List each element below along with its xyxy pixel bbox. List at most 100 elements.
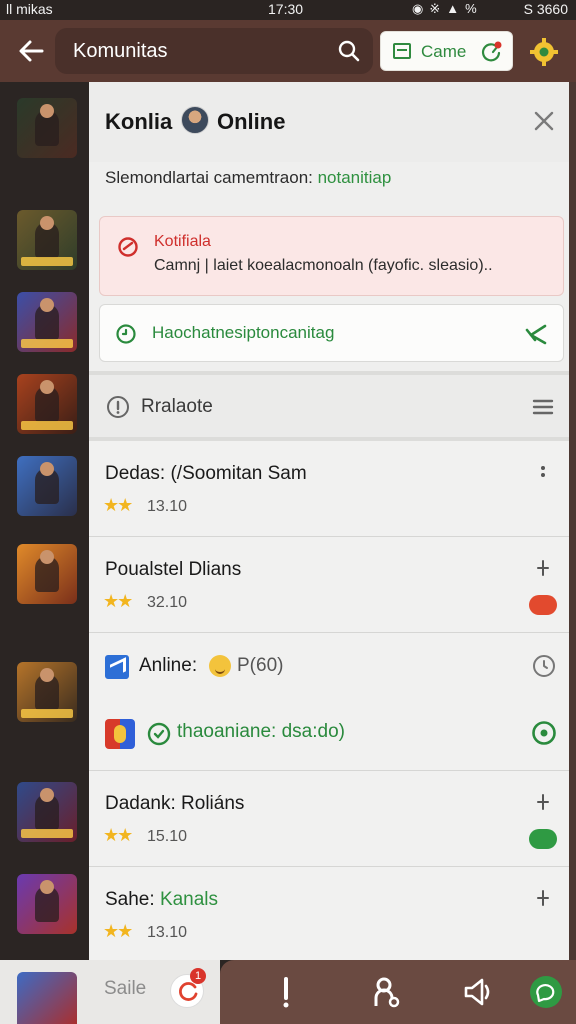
rating-stars: ★★	[103, 495, 133, 515]
battery-label: S 3660	[523, 1, 568, 17]
trend-icon	[105, 655, 129, 679]
section-label: Rralaote	[141, 396, 213, 417]
list-item[interactable]: Dadank: Roliáns ★★ 15.10	[89, 771, 569, 867]
exclamation-icon	[283, 977, 289, 1008]
list-item-title: Dedas: (/Soomitan Sam	[105, 463, 307, 484]
thumbnail-logo	[21, 257, 73, 266]
thumbnail-logo	[21, 829, 73, 838]
notification-alert[interactable]: Kotifiala Camnj | laiet koealacmonoaln (…	[99, 216, 564, 296]
rail-game-4[interactable]	[17, 374, 77, 434]
timer-icon[interactable]	[532, 654, 556, 678]
menu-icon[interactable]	[532, 398, 554, 416]
thumbnail-logo	[21, 421, 73, 430]
search-input[interactable]: Komunitas	[55, 28, 373, 74]
rail-game-5[interactable]	[17, 456, 77, 516]
rating-stars: ★★	[103, 591, 133, 611]
status-card[interactable]: Haochatnesiptoncanitag	[99, 304, 564, 362]
subtitle-text: Slemondlartai camemtraon:	[105, 168, 318, 187]
game-window-icon	[393, 43, 411, 59]
clock-icon	[116, 324, 136, 344]
nav-sound[interactable]	[460, 974, 496, 1010]
online-count: P(60)	[237, 655, 284, 676]
chat-bubble-icon	[530, 976, 562, 1008]
rail-game-2[interactable]	[17, 210, 77, 270]
smiley-icon	[209, 655, 231, 677]
thumbnail-head	[40, 462, 54, 476]
refresh-icon	[481, 41, 502, 62]
nav-profile[interactable]	[368, 974, 404, 1010]
list-item-title: Poualstel Dlians	[105, 559, 242, 580]
online-section: Anline: P(60) thaoaniane: dsa:do)	[89, 633, 569, 771]
game-rail	[0, 82, 89, 960]
list-item-title-accent: Kanals	[159, 889, 219, 910]
nav-chat[interactable]	[528, 974, 564, 1010]
speaker-icon	[464, 978, 490, 1006]
rating-value: 15.10	[147, 828, 188, 845]
back-button[interactable]	[14, 34, 48, 68]
list-item-title: Sahe: Kanals	[105, 889, 218, 911]
alert-icon	[118, 237, 138, 257]
status-icons: ◉※▲%	[412, 1, 483, 16]
list-item-title: Dadank: Roliáns	[105, 793, 245, 814]
subtitle-accent[interactable]: notanitiap	[318, 168, 392, 187]
list-item-title-prefix: Sahe:	[105, 889, 160, 910]
status-pill	[529, 595, 557, 615]
bottom-preview: Saile 1	[0, 960, 220, 1024]
status-card-text: Haochatnesiptoncanitag	[152, 323, 335, 342]
list-item[interactable]: Sahe: Kanals ★★ 13.10	[89, 867, 569, 960]
rail-game-7[interactable]	[17, 662, 77, 722]
game-button-label: Came	[421, 42, 467, 61]
target-icon[interactable]	[531, 720, 557, 746]
status-pill	[529, 829, 557, 849]
preview-label: Saile	[104, 978, 147, 999]
alert-title: Kotifiala	[154, 233, 211, 250]
clock: 17:30	[268, 1, 304, 17]
sparkle-icon[interactable]	[536, 793, 550, 811]
app-icon[interactable]	[105, 719, 135, 749]
online-label: Anline:	[139, 655, 198, 676]
rail-game-8[interactable]	[17, 782, 77, 842]
list-item[interactable]: Dedas: (/Soomitan Sam ★★ 13.10	[89, 441, 569, 537]
thumbnail-head	[40, 668, 54, 682]
close-icon[interactable]	[531, 108, 557, 134]
rating-stars: ★★	[103, 921, 133, 941]
thumbnail-head	[40, 880, 54, 894]
settings-button[interactable]	[527, 35, 561, 69]
preview-thumbnail[interactable]	[17, 972, 77, 1024]
rail-game-3[interactable]	[17, 292, 77, 352]
list-item[interactable]: Poualstel Dlians ★★ 32.10	[89, 537, 569, 633]
rating-value: 32.10	[147, 594, 188, 611]
share-icon[interactable]	[523, 321, 549, 347]
thumbnail-head	[40, 104, 54, 118]
rating-stars: ★★	[103, 825, 133, 845]
arrow-left-icon	[19, 40, 44, 62]
panel-title: Konlia	[105, 109, 173, 134]
thumbnail-logo	[21, 709, 73, 718]
sparkle-icon[interactable]	[536, 889, 550, 907]
thumbnail-logo	[21, 339, 73, 348]
sparkle-icon[interactable]	[536, 559, 550, 577]
avatar	[181, 106, 209, 134]
user-icon	[374, 977, 400, 1008]
rail-game-1[interactable]	[17, 98, 77, 158]
gear-icon	[530, 38, 558, 66]
app-bar: Komunitas Came	[0, 20, 576, 82]
thumbnail-head	[40, 380, 54, 394]
thumbnail-head	[40, 550, 54, 564]
online-status-text: thaoaniane: dsa:do)	[177, 721, 345, 742]
game-button[interactable]: Came	[380, 31, 513, 71]
bottom-nav	[220, 960, 576, 1024]
nav-alert[interactable]	[268, 974, 304, 1010]
panel-header: Konlia Online	[89, 82, 569, 162]
alert-text: Camnj | laiet koealacmonoaln (fayofic. s…	[154, 257, 493, 274]
rail-game-9[interactable]	[17, 874, 77, 934]
thumbnail-head	[40, 788, 54, 802]
rail-game-6[interactable]	[17, 544, 77, 604]
search-text: Komunitas	[73, 40, 168, 62]
search-icon[interactable]	[337, 39, 361, 63]
info-icon	[107, 396, 129, 418]
section-header: Rralaote	[89, 375, 569, 437]
more-vertical-icon[interactable]	[536, 463, 550, 481]
scroll-edge	[569, 82, 576, 960]
thumbnail-head	[40, 216, 54, 230]
